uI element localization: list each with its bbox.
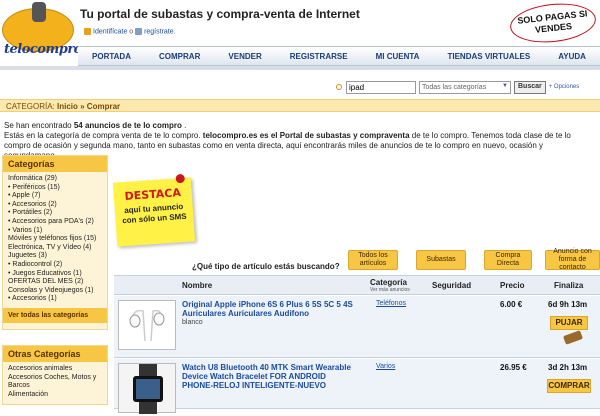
bid-button[interactable]: PUJAR [550, 316, 588, 330]
buy-button[interactable]: COMPRAR [547, 379, 591, 393]
listing-subtitle: blanco [182, 319, 203, 326]
listing-row[interactable]: Original Apple iPhone 6S 6 Plus 6 5S 5C … [114, 296, 600, 358]
nav-item-portada[interactable]: PORTADA [92, 52, 131, 61]
search-button[interactable]: Buscar [514, 80, 546, 94]
main-nav: PORTADA COMPRAR VENDER REGISTRARSE MI CU… [78, 46, 600, 66]
category-item[interactable]: Móviles y teléfonos fijos (15) [3, 235, 107, 244]
search-bar: Todas las categorías Buscar + Opciones [336, 80, 579, 94]
category-item[interactable]: Consolas y Videojuegos (1) [3, 287, 107, 296]
listing-title[interactable]: Original Apple iPhone 6S 6 Plus 6 5S 5C … [182, 300, 358, 318]
smartwatch-thumbnail[interactable] [118, 363, 176, 414]
note-title: DESTACA [124, 186, 182, 203]
listing-title[interactable]: Watch U8 Bluetooth 40 MTK Smart Wearable… [182, 363, 358, 390]
categories-panel: Categorías Informática (29) • Periférico… [2, 155, 108, 330]
other-category-item[interactable]: Alimentación [3, 391, 107, 400]
header-category-sub: Ver más anuncios [370, 287, 410, 293]
breadcrumb-current: Comprar [86, 102, 121, 111]
category-item[interactable]: • Radiocontrol (2) [3, 261, 107, 270]
promo-stamp: SOLO PAGAS SI VENDES [508, 0, 598, 47]
search-options-link[interactable]: + Opciones [549, 84, 580, 90]
filter-all-button[interactable]: Todos los artículos [348, 250, 398, 270]
header-end[interactable]: Finaliza [554, 281, 583, 290]
listing-price: 26.95 € [500, 363, 527, 372]
category-item[interactable]: • Portátiles (2) [3, 209, 107, 218]
nav-item-mi-cuenta[interactable]: MI CUENTA [376, 52, 420, 61]
nav-item-ayuda[interactable]: AYUDA [558, 52, 586, 61]
listing-price: 6.00 € [500, 300, 523, 309]
category-select[interactable]: Todas las categorías [419, 80, 511, 94]
breadcrumb-separator: » [80, 102, 85, 111]
other-categories-title: Otras Categorías [3, 346, 107, 362]
pushpin-icon [175, 173, 186, 184]
category-item[interactable]: OFERTAS DEL MES (2) [3, 278, 107, 287]
intro-pre: Se han encontrado [4, 121, 72, 130]
nav-item-comprar[interactable]: COMPRAR [159, 52, 200, 61]
filter-auctions-button[interactable]: Subastas [416, 250, 466, 270]
header-name[interactable]: Nombre [182, 281, 212, 290]
destaca-note[interactable]: DESTACA aquí tu anuncio con sólo un SMS [112, 173, 196, 247]
intro-dot: . [184, 121, 187, 130]
listing-time-left: 3d 2h 13m [548, 363, 588, 372]
category-item[interactable]: • Apple (7) [3, 192, 107, 201]
header-price[interactable]: Precio [500, 281, 524, 290]
nav-item-registrarse[interactable]: REGISTRARSE [290, 52, 348, 61]
listing-category[interactable]: Varios [376, 363, 395, 370]
login-link[interactable]: Identifícate [93, 28, 127, 35]
category-item[interactable]: Electrónica, TV y Vídeo (4) [3, 244, 107, 253]
category-item[interactable]: • Accesorios (1) [3, 295, 107, 304]
other-category-item[interactable]: Accesorios Coches, Motos y Barcos [3, 374, 107, 391]
filter-contact-button[interactable]: Anuncio con forma de contacto [545, 248, 600, 271]
see-all-categories-link[interactable]: Ver todas las categorías [3, 307, 107, 323]
site-logo[interactable]: telocompro.es [2, 2, 101, 66]
auth-or: o [129, 28, 134, 36]
search-icon [336, 84, 342, 90]
filter-direct-button[interactable]: Compra Directa [484, 250, 532, 270]
category-item[interactable]: Informática (29) [3, 175, 107, 184]
search-input[interactable] [346, 80, 416, 94]
category-item[interactable]: • Varios (1) [3, 227, 107, 236]
nav-item-tiendas[interactable]: TIENDAS VIRTUALES [447, 52, 530, 61]
intro-portal: telocompro.es es el Portal de subastas y… [202, 131, 410, 140]
breadcrumb-home[interactable]: Inicio [57, 102, 78, 111]
categories-title: Categorías [3, 156, 107, 172]
header-category[interactable]: Categoría [370, 278, 407, 287]
login-icon [84, 28, 91, 35]
microphone-icon [32, 2, 46, 22]
intro-category: Estás en la categoría de compra venta de… [4, 131, 201, 140]
other-categories-panel: Otras Categorías Accesorios animales Acc… [2, 345, 108, 405]
breadcrumb-label: CATEGORÍA: [6, 102, 55, 111]
register-icon [135, 28, 143, 35]
site-headline: Tu portal de subastas y compra-venta de … [80, 7, 360, 21]
intro-count: 54 anuncios de te lo compro [73, 121, 182, 130]
register-link[interactable]: regístrate. [144, 28, 176, 35]
header-security: Seguridad [432, 281, 472, 290]
breadcrumb: CATEGORÍA: Inicio » Comprar [0, 99, 600, 112]
nav-item-vender[interactable]: VENDER [228, 52, 261, 61]
category-item[interactable]: • Accesorios para PDA's (2) [3, 218, 107, 227]
earphones-thumbnail[interactable] [118, 300, 176, 350]
category-item[interactable]: Juguetes (3) [3, 252, 107, 261]
nav-divider [0, 66, 600, 70]
auth-links: Identifícate o regístrate. [84, 28, 176, 35]
gavel-icon [563, 330, 583, 345]
category-item[interactable]: • Juegos Educativos (1) [3, 270, 107, 279]
listing-category[interactable]: Teléfonos [376, 300, 406, 307]
listing-row[interactable]: Watch U8 Bluetooth 40 MTK Smart Wearable… [114, 359, 600, 414]
type-question: ¿Qué tipo de artículo estás buscando? [192, 262, 340, 271]
other-category-item[interactable]: Accesorios animales [3, 365, 107, 374]
listing-table-header: Nombre Categoría Ver más anuncios Seguri… [114, 275, 600, 295]
listing-time-left: 6d 9h 13m [548, 300, 588, 309]
category-item[interactable]: • Accesorios (2) [3, 201, 107, 210]
category-item[interactable]: • Periféricos (15) [3, 184, 107, 193]
